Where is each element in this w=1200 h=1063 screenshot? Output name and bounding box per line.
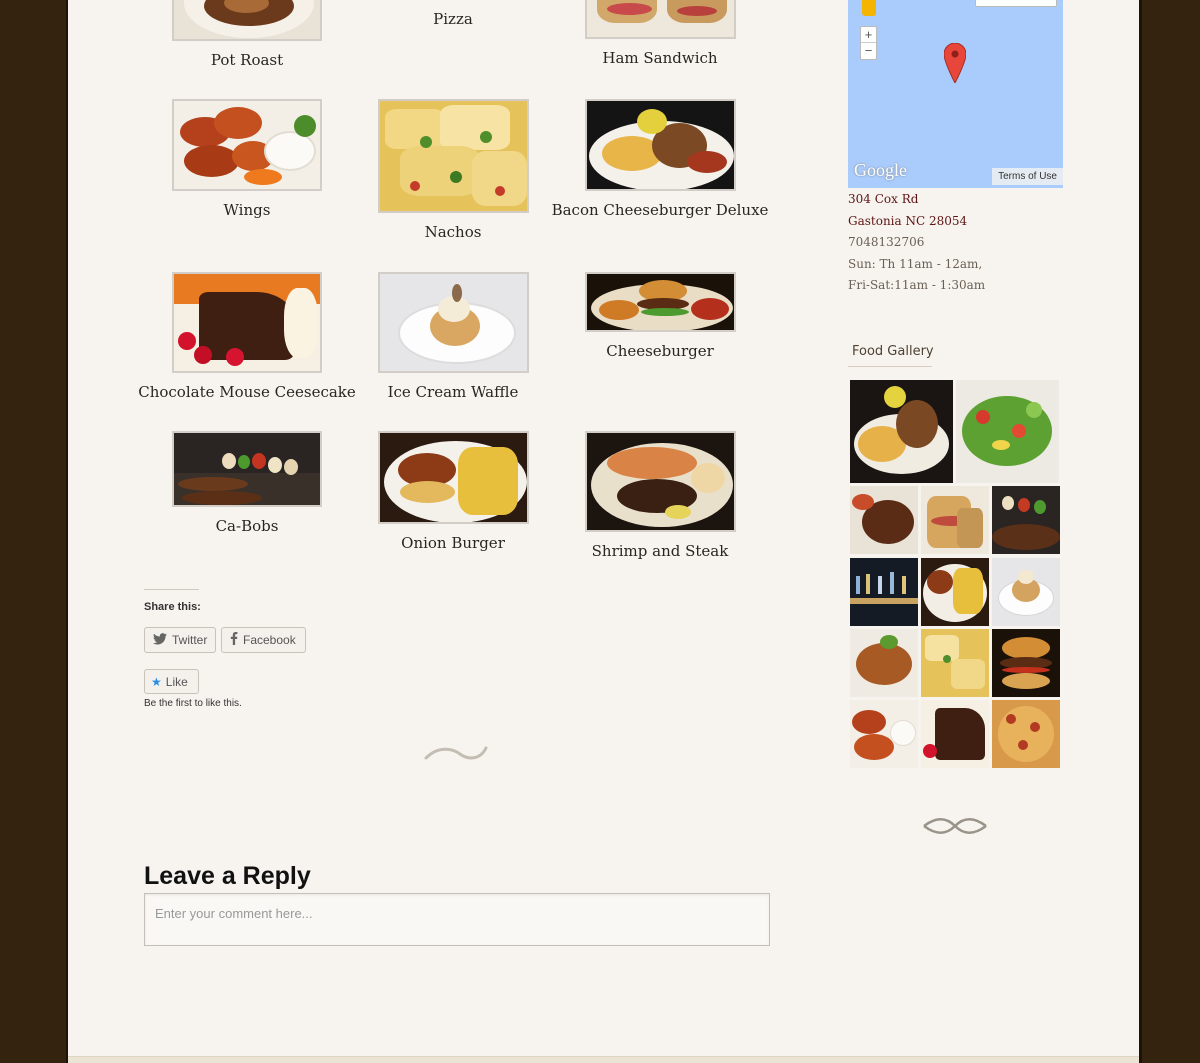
map-terms-link[interactable]: Terms of Use <box>992 168 1063 185</box>
page-footer-strip <box>68 1056 1139 1063</box>
menu-caption[interactable]: Ice Cream Waffle <box>333 383 573 401</box>
phone-number: 7048132706 <box>848 235 925 249</box>
twitter-share-button[interactable]: Twitter <box>144 627 216 653</box>
map-zoom-control: + − <box>860 26 877 60</box>
map-type-control[interactable] <box>975 0 1057 7</box>
ornament-swirl <box>424 742 488 766</box>
menu-caption[interactable]: Ham Sandwich <box>540 49 780 67</box>
menu-photo-bacon-cheeseburger-deluxe[interactable] <box>585 99 736 191</box>
gallery-photo[interactable] <box>921 700 989 768</box>
menu-caption[interactable]: Chocolate Mouse Ceesecake <box>127 383 367 401</box>
gallery-photo[interactable] <box>921 629 989 697</box>
menu-photo-cheeseburger[interactable] <box>585 272 736 332</box>
ornament-scroll <box>922 815 988 841</box>
gallery-photo[interactable] <box>850 629 918 697</box>
gallery-title: Food Gallery <box>852 344 934 359</box>
menu-caption[interactable]: Wings <box>127 201 367 219</box>
like-button[interactable]: ★ Like <box>144 669 199 694</box>
menu-photo-shrimp-and-steak[interactable] <box>585 431 736 532</box>
menu-photo-ice-cream-waffle[interactable] <box>378 272 529 373</box>
share-divider <box>144 589 199 590</box>
twitter-icon <box>153 632 167 648</box>
gallery-photo[interactable] <box>992 486 1060 554</box>
menu-caption[interactable]: Shrimp and Steak <box>540 542 780 560</box>
gallery-photo[interactable] <box>850 486 918 554</box>
reply-title: Leave a Reply <box>144 862 311 890</box>
share-title: Share this: <box>144 601 201 613</box>
google-logo: Google <box>854 160 907 180</box>
street-view-pegman-icon[interactable] <box>862 0 876 16</box>
menu-caption[interactable]: Nachos <box>333 223 573 241</box>
comment-input[interactable]: Enter your comment here... <box>144 893 770 946</box>
menu-photo-ca-bobs[interactable] <box>172 431 322 507</box>
menu-caption[interactable]: Bacon Cheeseburger Deluxe <box>540 201 780 219</box>
like-label: Like <box>165 674 188 689</box>
gallery-photo[interactable] <box>921 486 989 554</box>
menu-photo-wings[interactable] <box>172 99 322 191</box>
gallery-photo[interactable] <box>850 700 918 768</box>
zoom-out-button[interactable]: − <box>861 43 876 59</box>
menu-photo-ham-sandwich[interactable] <box>585 0 736 39</box>
like-note: Be the first to like this. <box>144 698 242 709</box>
gallery-photo[interactable] <box>992 558 1060 626</box>
gallery-title-underline <box>848 366 932 367</box>
twitter-share-label: Twitter <box>172 633 208 647</box>
menu-caption[interactable]: Pot Roast <box>127 51 367 69</box>
menu-caption[interactable]: Ca-Bobs <box>127 517 367 535</box>
address-line-2[interactable]: Gastonia NC 28054 <box>848 214 967 228</box>
hours-line-2: Fri-Sat:11am - 1:30am <box>848 278 986 292</box>
facebook-icon <box>230 631 238 648</box>
map-marker-icon[interactable] <box>943 42 967 87</box>
gallery-photo[interactable] <box>850 380 953 483</box>
star-icon: ★ <box>151 674 162 689</box>
hours-line-1: Sun: Th 11am - 12am, <box>848 257 983 271</box>
menu-caption[interactable]: Cheeseburger <box>540 342 780 360</box>
gallery-photo[interactable] <box>921 558 989 626</box>
facebook-share-label: Facebook <box>243 633 296 647</box>
gallery-photo[interactable] <box>850 558 918 626</box>
gallery-photo[interactable] <box>992 700 1060 768</box>
gallery-photo[interactable] <box>956 380 1059 483</box>
menu-photo-onion-burger[interactable] <box>378 431 529 524</box>
menu-photo-pot-roast[interactable] <box>172 0 322 41</box>
location-map[interactable]: + − Google Terms of Use <box>848 0 1063 188</box>
facebook-share-button[interactable]: Facebook <box>221 627 306 653</box>
address-line-1[interactable]: 304 Cox Rd <box>848 192 918 206</box>
menu-caption[interactable]: Onion Burger <box>333 534 573 552</box>
menu-photo-nachos[interactable] <box>378 99 529 213</box>
zoom-in-button[interactable]: + <box>861 27 876 43</box>
menu-photo-chocolate-cheesecake[interactable] <box>172 272 322 373</box>
menu-caption[interactable]: Pizza <box>333 10 573 28</box>
gallery-photo[interactable] <box>992 629 1060 697</box>
